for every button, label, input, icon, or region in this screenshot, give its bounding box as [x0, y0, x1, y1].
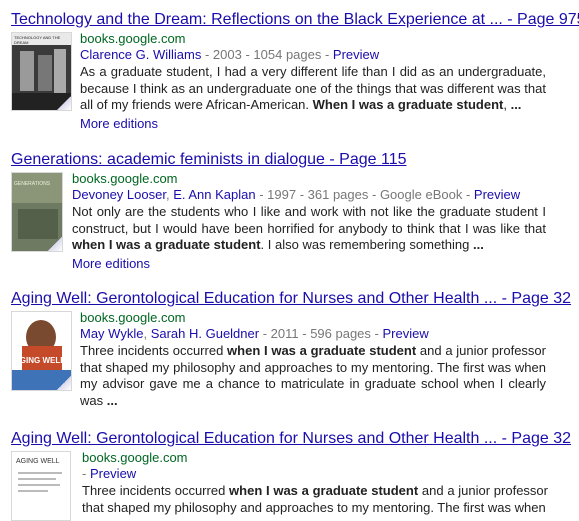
book-cover-thumbnail[interactable]: AGING WELL: [11, 451, 71, 521]
search-result: Technology and the Dream: Reflections on…: [0, 10, 579, 132]
author-link[interactable]: Sarah H. Gueldner: [151, 326, 259, 341]
publish-year: 1997: [267, 187, 297, 202]
result-url: books.google.com: [82, 450, 188, 465]
preview-link[interactable]: Preview: [90, 466, 136, 481]
ebook-label: Google eBook: [379, 187, 463, 202]
book-cover-thumbnail[interactable]: TECHNOLOGY AND THE DREAM: [11, 32, 72, 111]
author-link[interactable]: E. Ann Kaplan: [173, 187, 255, 202]
search-result: Generations: academic feminists in dialo…: [0, 150, 579, 272]
result-snippet: Three incidents occurred when I was a gr…: [80, 343, 546, 408]
preview-link[interactable]: Preview: [382, 326, 428, 341]
more-editions-link[interactable]: More editions: [80, 116, 560, 132]
publish-year: 2003: [212, 47, 242, 62]
page-count: 1054 pages: [253, 47, 322, 62]
result-title-link[interactable]: Generations: academic feminists in dialo…: [11, 150, 406, 169]
result-url: books.google.com: [72, 171, 178, 186]
result-title-link[interactable]: Technology and the Dream: Reflections on…: [11, 10, 579, 29]
result-url: books.google.com: [80, 31, 186, 46]
result-snippet: Three incidents occurred when I was a gr…: [82, 483, 548, 515]
result-body: books.google.com May Wykle, Sarah H. Gue…: [80, 310, 560, 409]
publish-year: 2011: [270, 326, 299, 341]
result-snippet: As a graduate student, I had a very diff…: [80, 64, 546, 112]
cover-title-text: TECHNOLOGY AND THE DREAM: [14, 35, 61, 45]
result-snippet: Not only are the students who I like and…: [72, 204, 546, 252]
result-meta: Clarence G. Williams - 2003 - 1054 pages…: [80, 47, 380, 62]
result-url: books.google.com: [80, 310, 186, 325]
result-title-link[interactable]: Aging Well: Gerontological Education for…: [11, 289, 571, 308]
result-meta: - Preview: [82, 466, 137, 481]
page-curl-icon: [48, 237, 62, 251]
page-curl-icon: [57, 376, 71, 390]
author-link[interactable]: Clarence G. Williams: [80, 47, 201, 62]
search-result: Aging Well: Gerontological Education for…: [0, 429, 579, 521]
book-cover-thumbnail[interactable]: GENERATIONS: [11, 172, 63, 252]
page-count: 361 pages: [307, 187, 369, 202]
result-body: books.google.com - Preview Three inciden…: [82, 450, 562, 516]
result-meta: Devoney Looser, E. Ann Kaplan - 1997 - 3…: [72, 187, 521, 202]
search-result: Aging Well: Gerontological Education for…: [0, 289, 579, 419]
author-link[interactable]: Devoney Looser: [72, 187, 166, 202]
author-link[interactable]: May Wykle: [80, 326, 143, 341]
result-meta: May Wykle, Sarah H. Gueldner - 2011 - 59…: [80, 326, 429, 341]
more-editions-link[interactable]: More editions: [72, 256, 552, 272]
result-title-link[interactable]: Aging Well: Gerontological Education for…: [11, 429, 571, 448]
cover-title-text: GENERATIONS: [14, 181, 51, 187]
book-cover-thumbnail[interactable]: AGING WELL: [11, 311, 72, 391]
cover-title-text: AGING WELL: [16, 458, 60, 465]
page-count: 596 pages: [310, 326, 371, 341]
cover-title-text: AGING WELL: [14, 356, 66, 365]
preview-link[interactable]: Preview: [474, 187, 520, 202]
page-curl-icon: [57, 96, 71, 110]
result-body: books.google.com Devoney Looser, E. Ann …: [72, 171, 552, 272]
preview-link[interactable]: Preview: [333, 47, 379, 62]
result-body: books.google.com Clarence G. Williams - …: [80, 31, 560, 132]
